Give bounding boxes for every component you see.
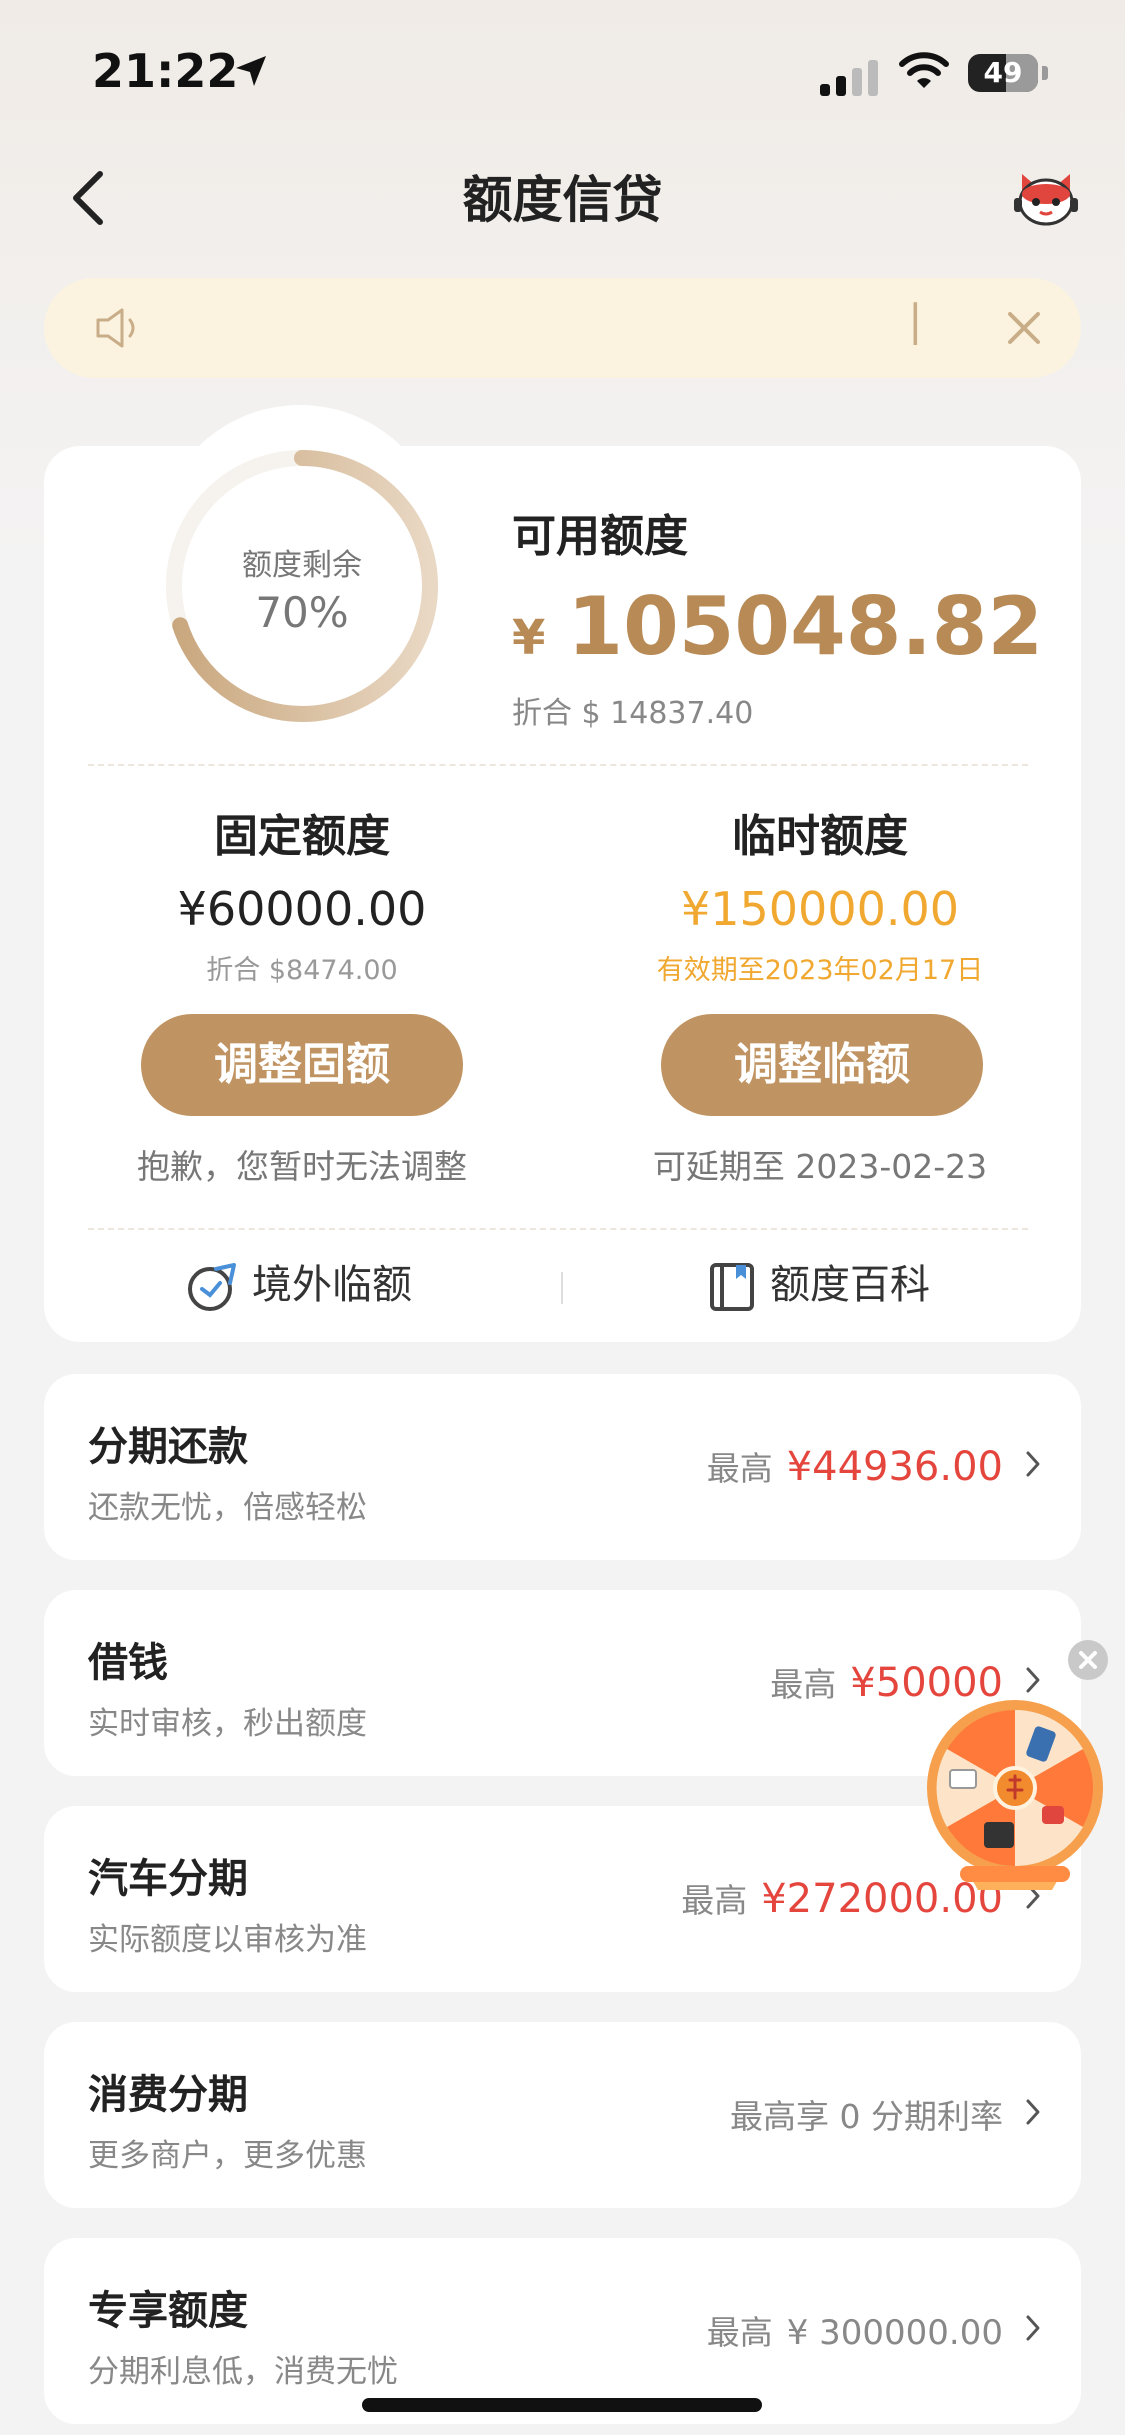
floating-close-button[interactable]	[1068, 1640, 1108, 1680]
temporary-quota-validity: 有效期至2023年02月17日	[656, 955, 984, 986]
limit-prefix: 最高	[681, 1881, 748, 1920]
available-quota-label: 可用额度	[512, 511, 688, 562]
divider	[88, 1228, 1028, 1230]
row-limit: 最高 ¥ 300000.00	[707, 2306, 1003, 2354]
row-subtitle: 更多商户，更多优惠	[88, 2138, 367, 2174]
temporary-quota-title: 临时额度	[732, 811, 908, 862]
chevron-right-icon	[1026, 2315, 1040, 2341]
lottery-wheel-icon[interactable]	[920, 1698, 1110, 1896]
list-item-exclusive-quota[interactable]: 专享额度 分期利息低，消费无忧 最高 ¥ 300000.00	[44, 2238, 1081, 2424]
chevron-right-icon	[1026, 2099, 1040, 2125]
quick-link-separator	[561, 1272, 563, 1304]
row-limit: 最高享 0 分期利率	[730, 2090, 1003, 2138]
temporary-quota-note: 可延期至 2023-02-23	[652, 1147, 988, 1186]
row-title: 分期还款	[88, 1424, 248, 1470]
available-usd-equivalent: 折合 $ 14837.40	[512, 696, 754, 731]
globe-plane-icon	[188, 1263, 236, 1311]
available-quota-amount: ¥105048.82	[512, 580, 1043, 673]
home-indicator	[362, 2398, 762, 2412]
limit-value: ¥44936.00	[786, 1444, 1003, 1490]
customer-service-mascot-icon[interactable]	[1012, 166, 1080, 228]
quota-encyclopedia-label: 额度百科	[770, 1262, 930, 1308]
adjust-fixed-quota-button[interactable]: 调整固额	[141, 1014, 463, 1116]
row-title: 消费分期	[88, 2072, 248, 2118]
row-subtitle: 还款无忧，倍感轻松	[88, 1490, 367, 1526]
close-icon	[1079, 1651, 1097, 1669]
temporary-quota-amount: ¥150000.00	[680, 882, 960, 936]
notice-scrolling-text: ▏	[914, 304, 942, 345]
ring-percent: 70%	[255, 588, 349, 637]
fixed-quota-note: 抱歉，您暂时无法调整	[137, 1147, 467, 1186]
chevron-right-icon	[1026, 1667, 1040, 1693]
battery-indicator: 49	[968, 54, 1038, 92]
page-title: 额度信贷	[462, 171, 663, 229]
overseas-temp-quota-label: 境外临额	[252, 1262, 412, 1308]
fixed-quota-title: 固定额度	[214, 811, 390, 862]
adjust-temporary-quota-button[interactable]: 调整临额	[661, 1014, 983, 1116]
list-item-installment-repayment[interactable]: 分期还款 还款无忧，倍感轻松 最高 ¥44936.00	[44, 1374, 1081, 1560]
list-item-consumer-installment[interactable]: 消费分期 更多商户，更多优惠 最高享 0 分期利率	[44, 2022, 1081, 2208]
chevron-right-icon	[1026, 1451, 1040, 1477]
row-limit: 最高 ¥44936.00	[707, 1442, 1003, 1490]
limit-prefix: 最高	[706, 2313, 773, 2352]
overseas-temp-quota-link[interactable]: 境外临额	[186, 1255, 412, 1315]
location-arrow-icon	[236, 56, 266, 86]
row-title: 专享额度	[88, 2288, 248, 2334]
temporary-quota-section: 临时额度 ¥150000.00 有效期至2023年02月17日	[590, 800, 1050, 988]
row-title: 汽车分期	[88, 1856, 248, 1902]
cellular-signal-icon	[820, 56, 880, 96]
row-subtitle: 实时审核，秒出额度	[88, 1706, 367, 1742]
close-icon[interactable]	[1004, 308, 1044, 348]
notice-bar[interactable]: ▏	[44, 278, 1081, 378]
fixed-quota-section: 固定额度 ¥60000.00 折合 $8474.00	[72, 800, 532, 988]
speaker-icon	[96, 308, 135, 348]
quota-encyclopedia-link[interactable]: 额度百科	[708, 1255, 930, 1315]
divider	[88, 764, 1028, 766]
currency-symbol: ¥	[512, 610, 546, 666]
remaining-quota-ring	[166, 450, 438, 722]
limit-prefix: 最高	[706, 1449, 773, 1488]
limit-value: ¥ 300000.00	[786, 2313, 1003, 2353]
limit-prefix: 最高	[770, 1665, 837, 1704]
available-amount-value: 105048.82	[567, 580, 1044, 673]
ring-label: 额度剩余	[242, 548, 362, 583]
battery-level: 49	[983, 56, 1023, 89]
battery-tip	[1042, 66, 1048, 80]
book-icon	[710, 1263, 754, 1311]
wifi-icon	[899, 52, 949, 88]
status-time: 21:22	[92, 44, 239, 98]
fixed-quota-usd: 折合 $8474.00	[206, 955, 398, 986]
limit-prefix: 最高享 0 分期利率	[730, 2097, 1003, 2136]
row-subtitle: 分期利息低，消费无忧	[88, 2354, 398, 2390]
row-subtitle: 实际额度以审核为准	[88, 1922, 367, 1958]
fixed-quota-amount: ¥60000.00	[177, 882, 427, 936]
row-title: 借钱	[88, 1640, 168, 1686]
